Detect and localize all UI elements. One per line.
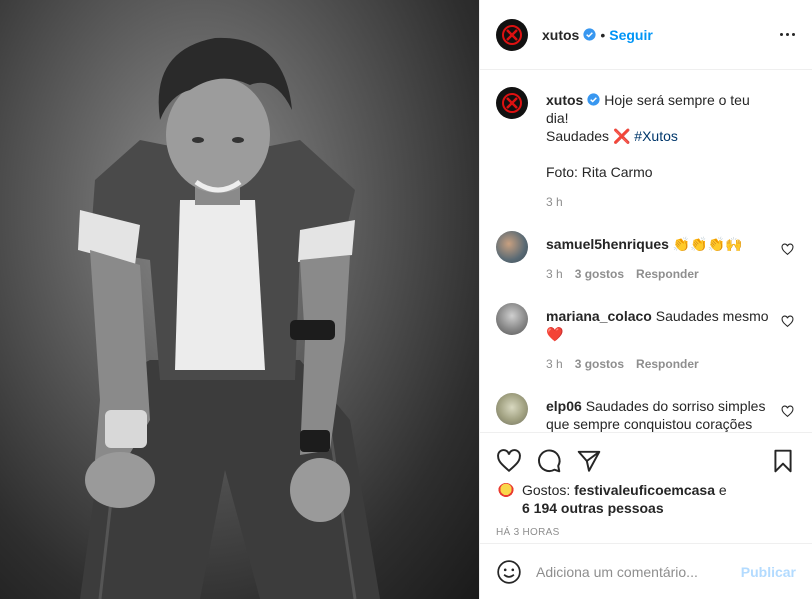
comment-time[interactable]: 3 h (546, 265, 563, 283)
caption-time[interactable]: 3 h (546, 193, 563, 211)
likes-prefix: Gostos: (522, 482, 571, 498)
emoji-icon (497, 559, 521, 584)
commenter-avatar[interactable] (496, 393, 528, 425)
reply-button[interactable]: Responder (636, 355, 699, 373)
comment-icon (538, 449, 561, 473)
follow-button[interactable]: Seguir (609, 27, 653, 43)
comment-meta: 3 h 3 gostos Responder (546, 265, 743, 283)
photo-illustration (78, 37, 380, 599)
caption-username[interactable]: xutos (546, 92, 583, 108)
xutos-logo-icon (502, 24, 522, 45)
comment-meta: 3 h 3 gostos Responder (546, 355, 772, 373)
emoji-button[interactable] (496, 559, 522, 585)
post-panel: xutos • Seguir xutos Hoje será sempre o … (479, 0, 812, 599)
bookmark-icon (774, 449, 792, 473)
comment-text: mariana_colaco Saudades mesmo ❤️ 3 h 3 g… (546, 307, 796, 373)
author-avatar[interactable] (496, 18, 528, 51)
instagram-post-modal: xutos • Seguir xutos Hoje será sempre o … (0, 0, 812, 599)
caption-row: xutos Hoje será sempre o teu dia! Saudad… (496, 71, 796, 211)
comment-text: samuel5henriques 👏👏👏🙌 3 h 3 gostos Respo… (546, 235, 767, 283)
photo-credit: Foto: Rita Carmo (546, 164, 653, 180)
reply-button[interactable]: Responder (636, 265, 699, 283)
comment-item: elp06 Saudades do sorriso simples que se… (496, 377, 796, 432)
post-actions: Gostos: festivaleuficoemcasa e 6 194 out… (480, 432, 812, 599)
liker-avatar[interactable] (496, 481, 516, 501)
cross-emoji: ❌ (612, 128, 631, 144)
posted-ago[interactable]: HÁ 3 HORAS (480, 527, 812, 538)
verified-icon (583, 28, 596, 41)
likes-summary: Gostos: festivaleuficoemcasa e 6 194 out… (480, 481, 812, 517)
like-button[interactable] (496, 448, 522, 474)
hashtag-link[interactable]: #Xutos (634, 128, 678, 144)
caption-meta: 3 h (546, 193, 772, 211)
caption-line2: Saudades (546, 128, 610, 144)
heart-icon (497, 449, 521, 473)
action-icons (480, 433, 812, 481)
caption-text: xutos Hoje será sempre o teu dia! Saudad… (546, 91, 796, 211)
publish-button[interactable]: Publicar (741, 564, 796, 580)
likes-joiner: e (718, 482, 727, 498)
comment-username[interactable]: samuel5henriques (546, 236, 669, 252)
share-button[interactable] (576, 448, 602, 474)
xutos-logo-icon (502, 93, 522, 113)
comment-time[interactable]: 3 h (546, 355, 563, 373)
verified-icon (587, 93, 600, 106)
comment-input[interactable] (536, 563, 741, 580)
separator-dot: • (600, 26, 606, 43)
comment-item: samuel5henriques 👏👏👏🙌 3 h 3 gostos Respo… (496, 215, 796, 283)
commenter-avatar[interactable] (496, 303, 528, 335)
heart-icon[interactable] (781, 405, 794, 418)
comment-username[interactable]: mariana_colaco (546, 308, 652, 324)
caption-avatar[interactable] (496, 87, 528, 119)
commenter-avatar[interactable] (496, 231, 528, 263)
likes-text: Gostos: festivaleuficoemcasa e 6 194 out… (522, 481, 727, 517)
heart-icon[interactable] (781, 243, 794, 256)
more-options-icon[interactable] (776, 23, 798, 45)
comment-text: elp06 Saudades do sorriso simples que se… (546, 397, 796, 432)
post-header: xutos • Seguir (480, 0, 812, 70)
post-photo[interactable] (0, 0, 479, 599)
comment-likes[interactable]: 3 gostos (575, 265, 624, 283)
author-username[interactable]: xutos (542, 27, 579, 43)
comment-body: 👏👏👏🙌 (672, 236, 743, 252)
other-likers[interactable]: 6 194 outras pessoas (522, 500, 664, 516)
comments-list[interactable]: xutos Hoje será sempre o teu dia! Saudad… (480, 71, 812, 432)
heart-icon[interactable] (781, 315, 794, 328)
comment-likes[interactable]: 3 gostos (575, 355, 624, 373)
comment-username[interactable]: elp06 (546, 398, 582, 414)
first-liker[interactable]: festivaleuficoemcasa (574, 482, 715, 498)
comment-item: mariana_colaco Saudades mesmo ❤️ 3 h 3 g… (496, 287, 796, 373)
save-button[interactable] (770, 448, 796, 474)
add-comment-bar: Publicar (480, 543, 812, 599)
share-icon (577, 450, 601, 472)
comment-button[interactable] (536, 448, 562, 474)
